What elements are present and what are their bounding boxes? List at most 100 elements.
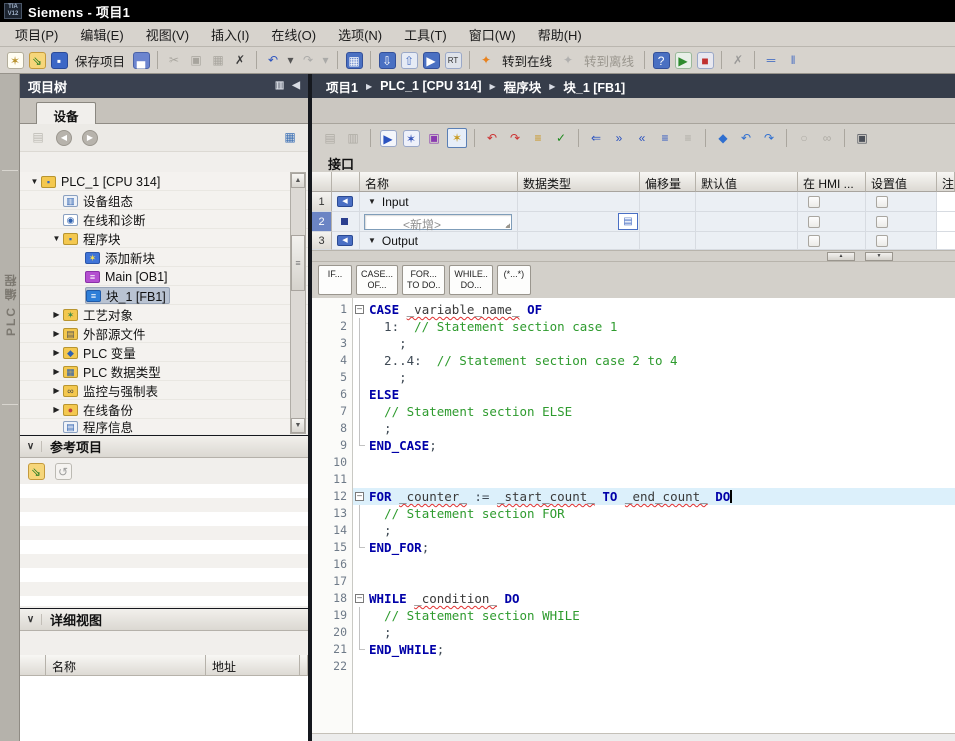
reference-projects-header[interactable]: ∨ 参考项目 (20, 435, 308, 458)
code-line-19[interactable]: 19 // Statement section WHILE (312, 607, 955, 624)
print-icon[interactable]: ▄ (131, 50, 151, 70)
interface-row-1[interactable]: 1◀▼Input (312, 192, 955, 212)
favorites-view-icon[interactable]: ✶ (447, 128, 467, 148)
code-line-18[interactable]: 18–WHILE _condition_ DO (312, 590, 955, 607)
editor-horizontal-scrollbar[interactable] (312, 733, 955, 741)
menu-item[interactable]: 视图(V) (135, 23, 200, 46)
undo-dropdown[interactable]: ▾ (285, 50, 296, 70)
code-line-10[interactable]: 10 (312, 454, 955, 471)
code-line-15[interactable]: 15END_FOR; (312, 539, 955, 556)
collapse-panel-icon[interactable]: ◀ (292, 81, 300, 91)
tree-expander-icon[interactable]: ▼ (28, 177, 41, 186)
section-expander-icon[interactable]: ▼ (368, 197, 376, 206)
indent-icon[interactable]: » (609, 128, 629, 148)
tree-scroll-thumb[interactable]: ≡ (291, 235, 305, 291)
menu-item[interactable]: 工具(T) (393, 23, 458, 46)
code-line-4[interactable]: 4 2..4: // Statement section case 2 to 4 (312, 352, 955, 369)
stop-runtime-icon[interactable]: ■ (695, 50, 715, 70)
stop-cpu-rt-icon[interactable]: RT (443, 50, 463, 70)
tree-expander-icon[interactable]: ▼ (50, 234, 63, 243)
menu-item[interactable]: 编辑(E) (69, 23, 134, 46)
start-runtime-icon[interactable]: ▶ (673, 50, 693, 70)
snippet-while[interactable]: WHILE..DO... (449, 265, 493, 295)
prev-error-icon[interactable]: ↶ (482, 128, 502, 148)
breadcrumb-item[interactable]: 块_1 [FB1] (563, 77, 625, 96)
fold-collapse-icon[interactable]: – (355, 492, 364, 501)
interface-row-3[interactable]: 3◀▼Output (312, 232, 955, 250)
undo-icon[interactable]: ↶ (263, 50, 283, 70)
code-line-13[interactable]: 13 // Statement section FOR (312, 505, 955, 522)
tree-expander-icon[interactable]: ▶ (50, 329, 63, 338)
code-line-8[interactable]: 8 ; (312, 420, 955, 437)
fold-collapse-icon[interactable]: – (355, 594, 364, 603)
interface-table-scrollbar[interactable]: ▲ ▼ (312, 250, 955, 262)
tree-item-external-sources[interactable]: ▶▤外部源文件 (20, 324, 288, 343)
tree-scroll-up-button[interactable]: ▲ (291, 173, 305, 188)
forward-icon[interactable]: ▶ (80, 128, 100, 148)
tab-devices[interactable]: 设备 (36, 102, 96, 125)
tree-item-block-1-fb1[interactable]: ≡块_1 [FB1] (20, 286, 288, 305)
code-line-21[interactable]: 21END_WHILE; (312, 641, 955, 658)
fold-collapse-icon[interactable]: – (355, 305, 364, 314)
save-project-button[interactable]: 保存项目 (71, 49, 129, 72)
tree-item-online-backups[interactable]: ▶●在线备份 (20, 400, 288, 419)
code-line-7[interactable]: 7 // Statement section ELSE (312, 403, 955, 420)
tree-item-watch-force-tables[interactable]: ▶∞监控与强制表 (20, 381, 288, 400)
code-line-6[interactable]: 6ELSE (312, 386, 955, 403)
menu-item[interactable]: 选项(N) (327, 23, 393, 46)
new-variable-name-input[interactable]: <新增> (364, 214, 512, 230)
set-bookmark-icon[interactable]: ◆ (713, 128, 733, 148)
tree-item-program-blocks[interactable]: ▼▪程序块 (20, 229, 288, 248)
snippet-for[interactable]: FOR...TO DO.. (402, 265, 445, 295)
code-line-2[interactable]: 2 1: // Statement section case 1 (312, 318, 955, 335)
tree-item-device-config[interactable]: ▥设备组态 (20, 191, 288, 210)
snippet-case[interactable]: CASE...OF... (356, 265, 398, 295)
breadcrumb-item[interactable]: PLC_1 [CPU 314] (380, 79, 481, 93)
tree-item-online-diagnostics[interactable]: ◉在线和诊断 (20, 210, 288, 229)
code-line-12[interactable]: 12–FOR _counter_ := _start_count_ TO _en… (312, 488, 955, 505)
code-line-9[interactable]: 9END_CASE; (312, 437, 955, 454)
goto-prev-icon[interactable]: ⇐ (586, 128, 606, 148)
menu-item[interactable]: 项目(P) (4, 23, 69, 46)
code-line-3[interactable]: 3 ; (312, 335, 955, 352)
tree-expander-icon[interactable]: ▶ (50, 367, 63, 376)
go-online-button[interactable]: 转到在线 (498, 49, 556, 72)
interface-row-2[interactable]: 2<新增>▤ (312, 212, 955, 232)
accessible-devices-icon[interactable]: ? (651, 50, 671, 70)
menu-item[interactable]: 窗口(W) (458, 23, 527, 46)
tree-expander-icon[interactable]: ▶ (50, 405, 63, 414)
upload-from-device-icon[interactable]: ⇧ (399, 50, 419, 70)
auto-collapse-icon[interactable]: ▥ (275, 81, 284, 91)
prev-bookmark-icon[interactable]: ↶ (736, 128, 756, 148)
chevron-down-icon[interactable]: ∨ (20, 441, 42, 452)
code-line-20[interactable]: 20 ; (312, 624, 955, 641)
tree-item-main-ob1[interactable]: ≡Main [OB1] (20, 267, 288, 286)
tree-scrollbar[interactable]: ▲ ≡ ▼ (290, 172, 306, 434)
start-simulation-icon[interactable]: ▦ (344, 50, 364, 70)
tree-expander-icon[interactable]: ▶ (50, 386, 63, 395)
next-bookmark-icon[interactable]: ↷ (759, 128, 779, 148)
snippet-if[interactable]: IF... (318, 265, 352, 295)
rail-label-plc-programming[interactable]: PLC 编程 (2, 224, 18, 384)
open-block-editor-icon[interactable]: ▦ (280, 128, 300, 148)
menu-item[interactable]: 插入(I) (200, 23, 260, 46)
code-line-22[interactable]: 22 (312, 658, 955, 675)
table-scroll-down-button[interactable]: ▼ (865, 252, 893, 261)
details-view-header[interactable]: ∨ 详细视图 (20, 608, 308, 631)
data-type-picker-button[interactable]: ▤ (618, 213, 638, 230)
tree-item-plc-tags[interactable]: ▶◆PLC 变量 (20, 343, 288, 362)
delete-icon[interactable]: ✗ (230, 50, 250, 70)
breadcrumb-item[interactable]: 程序块 (504, 77, 542, 96)
tree-item-program-info[interactable]: ▤程序信息 (20, 419, 288, 434)
tree-item-plc-data-types[interactable]: ▶▦PLC 数据类型 (20, 362, 288, 381)
format-block-icon[interactable]: ≡ (655, 128, 675, 148)
code-line-17[interactable]: 17 (312, 573, 955, 590)
start-cpu-icon[interactable]: ▶ (421, 50, 441, 70)
code-line-1[interactable]: 1–CASE _variable_name_ OF (312, 301, 955, 318)
new-project-icon[interactable]: ✶ (5, 50, 25, 70)
breadcrumb-item[interactable]: 项目1 (326, 77, 358, 96)
tree-expander-icon[interactable]: ▶ (50, 310, 63, 319)
snippet-comment[interactable]: (*...*) (497, 265, 531, 295)
split-vertical-icon[interactable]: ‖ (783, 50, 803, 70)
section-expander-icon[interactable]: ▼ (368, 236, 376, 245)
